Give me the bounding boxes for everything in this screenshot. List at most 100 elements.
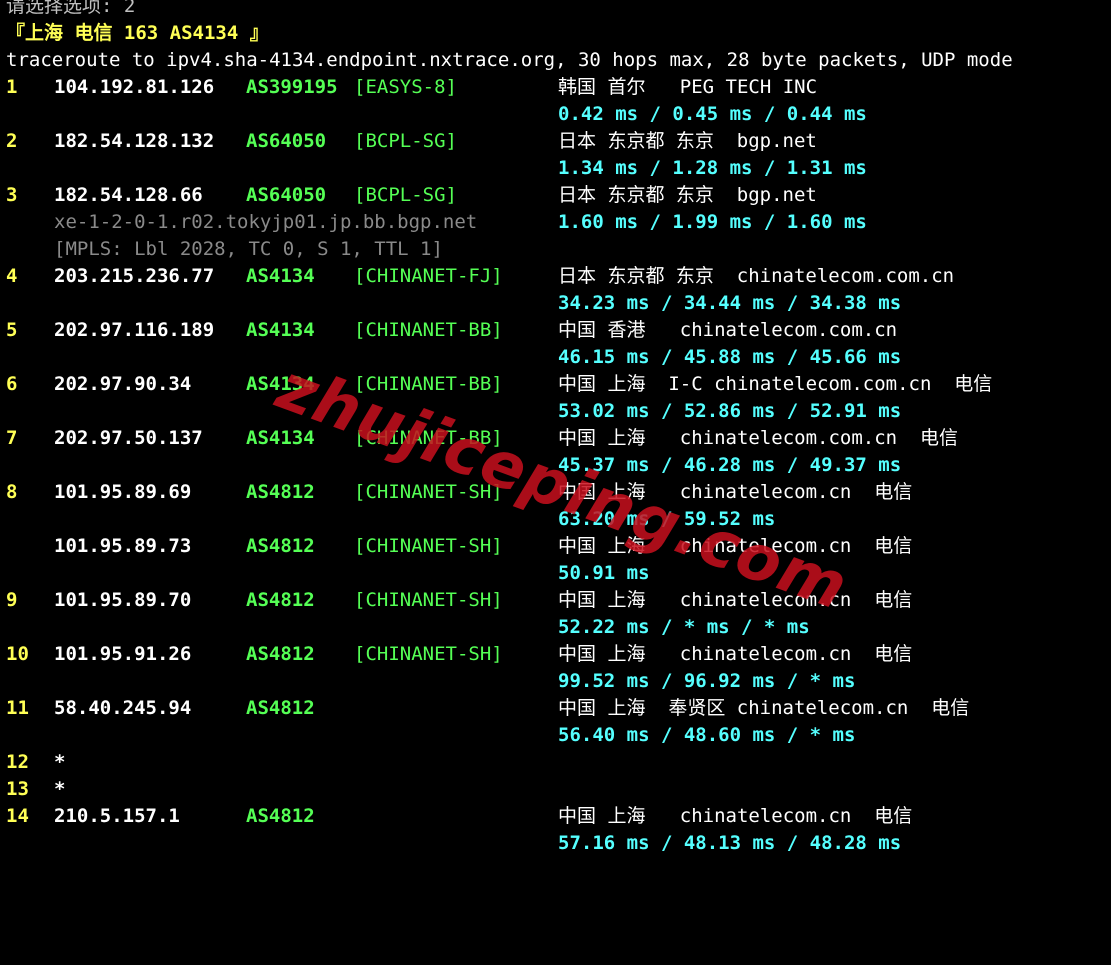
hop-geo: 中国 上海 chinatelecom.com.cn 电信	[558, 427, 958, 449]
hop-row: 7 202.97.50.137 AS4134 [CHINANET-BB] 中国 …	[6, 425, 1106, 452]
traceroute-command: traceroute to ipv4.sha-4134.endpoint.nxt…	[6, 49, 1013, 71]
route-title-line: 『上海 电信 163 AS4134 』	[6, 20, 1106, 47]
hop-asn: AS4812	[246, 697, 315, 719]
hop-network: [BCPL-SG]	[354, 184, 457, 206]
hop-rtt: 50.91 ms	[558, 562, 650, 584]
route-title: 『上海 电信 163 AS4134 』	[6, 22, 269, 44]
hop-rtt: 46.15 ms / 45.88 ms / 45.66 ms	[558, 346, 902, 368]
hop-geo: 中国 上海 chinatelecom.cn 电信	[558, 481, 913, 503]
hop-number: 13	[6, 778, 29, 800]
hop-row: 6 202.97.90.34 AS4134 [CHINANET-BB] 中国 上…	[6, 371, 1106, 398]
hop-network: [CHINANET-SH]	[354, 535, 503, 557]
hop-rtt-row: 45.37 ms / 46.28 ms / 49.37 ms	[6, 452, 1106, 479]
hop-rtt: 0.42 ms / 0.45 ms / 0.44 ms	[558, 103, 867, 125]
hop-geo: 中国 上海 奉贤区 chinatelecom.cn 电信	[558, 697, 970, 719]
hop-ip: 203.215.236.77	[54, 265, 215, 287]
hop-rtt: 1.34 ms / 1.28 ms / 1.31 ms	[558, 157, 867, 179]
hop-asn: AS4812	[246, 535, 315, 557]
hop-ip: 104.192.81.126	[54, 76, 215, 98]
hop-asn: AS4134	[246, 319, 315, 341]
hop-ip: 202.97.90.34	[54, 373, 192, 395]
hop-rtt-row: 50.91 ms	[6, 560, 1106, 587]
hop-geo: 中国 上海 chinatelecom.cn 电信	[558, 643, 913, 665]
hop-hostname: xe-1-2-0-1.r02.tokyjp01.jp.bb.bgp.net	[54, 211, 478, 233]
hop-geo: 中国 上海 chinatelecom.cn 电信	[558, 535, 913, 557]
hop-mpls-label: [MPLS: Lbl 2028, TC 0, S 1, TTL 1]	[54, 238, 443, 260]
hop-geo: 日本 东京都 东京 bgp.net	[558, 184, 817, 206]
hop-number: 11	[6, 697, 29, 719]
hop-network: [CHINANET-SH]	[354, 589, 503, 611]
hop-network: [CHINANET-BB]	[354, 319, 503, 341]
hop-row: 14 210.5.157.1 AS4812 中国 上海 chinatelecom…	[6, 803, 1106, 830]
hop-asn: AS4134	[246, 373, 315, 395]
hop-asn: AS4812	[246, 805, 315, 827]
hop-number: 6	[6, 373, 18, 395]
hop-geo: 日本 东京都 东京 bgp.net	[558, 130, 817, 152]
hop-row: 11 58.40.245.94 AS4812 中国 上海 奉贤区 chinate…	[6, 695, 1106, 722]
hop-number: 8	[6, 481, 18, 503]
hop-rtt-row: 56.40 ms / 48.60 ms / * ms	[6, 722, 1106, 749]
hop-network: [CHINANET-BB]	[354, 373, 503, 395]
hop-network: [BCPL-SG]	[354, 130, 457, 152]
terminal-output: 请选择选项: 2 『上海 电信 163 AS4134 』 traceroute …	[6, 0, 1106, 857]
timeout-mark: *	[54, 751, 66, 773]
prompt-text: 请选择选项: 2	[6, 0, 136, 17]
hop-rtt: 63.20 ms / 59.52 ms	[558, 508, 776, 530]
hop-network: [CHINANET-FJ]	[354, 265, 503, 287]
hop-row: 1 104.192.81.126 AS399195 [EASYS-8] 韩国 首…	[6, 74, 1106, 101]
hop-rtt-row: 0.42 ms / 0.45 ms / 0.44 ms	[6, 101, 1106, 128]
timeout-mark: *	[54, 778, 66, 800]
hop-rtt-row: 53.02 ms / 52.86 ms / 52.91 ms	[6, 398, 1106, 425]
hop-asn: AS4134	[246, 265, 315, 287]
hop-geo: 中国 上海 chinatelecom.cn 电信	[558, 805, 913, 827]
hop-number: 10	[6, 643, 29, 665]
hop-ip: 101.95.89.73	[54, 535, 192, 557]
hop-number: 1	[6, 76, 18, 98]
hop-geo: 中国 上海 chinatelecom.cn 电信	[558, 589, 913, 611]
hop-rtt-row: 57.16 ms / 48.13 ms / 48.28 ms	[6, 830, 1106, 857]
hop-rtt-row: 52.22 ms / * ms / * ms	[6, 614, 1106, 641]
hop-network: [CHINANET-SH]	[354, 481, 503, 503]
hop-rtt-row: 63.20 ms / 59.52 ms	[6, 506, 1106, 533]
hop-row: 2 182.54.128.132 AS64050 [BCPL-SG] 日本 东京…	[6, 128, 1106, 155]
hop-network: [CHINANET-BB]	[354, 427, 503, 449]
hop-ip: 202.97.50.137	[54, 427, 203, 449]
hop-timeout-row: 13 *	[6, 776, 1106, 803]
hop-rtt: 52.22 ms / * ms / * ms	[558, 616, 810, 638]
hop-rtt: 99.52 ms / 96.92 ms / * ms	[558, 670, 856, 692]
hop-geo: 中国 上海 I-C chinatelecom.com.cn 电信	[558, 373, 993, 395]
hop-rtt-row: 1.34 ms / 1.28 ms / 1.31 ms	[6, 155, 1106, 182]
hop-geo: 日本 东京都 东京 chinatelecom.com.cn	[558, 265, 955, 287]
hop-row: 101.95.89.73 AS4812 [CHINANET-SH] 中国 上海 …	[6, 533, 1106, 560]
hop-geo: 韩国 首尔 PEG TECH INC	[558, 76, 818, 98]
hop-number: 9	[6, 589, 18, 611]
hop-asn: AS4812	[246, 481, 315, 503]
hop-row: 10 101.95.91.26 AS4812 [CHINANET-SH] 中国 …	[6, 641, 1106, 668]
hop-asn: AS4812	[246, 643, 315, 665]
hop-ip: 58.40.245.94	[54, 697, 192, 719]
hop-asn: AS399195	[246, 76, 338, 98]
hop-asn: AS64050	[246, 184, 327, 206]
hop-asn: AS64050	[246, 130, 327, 152]
hop-rtt-row: 99.52 ms / 96.92 ms / * ms	[6, 668, 1106, 695]
hop-ip: 101.95.91.26	[54, 643, 192, 665]
hop-ip: 182.54.128.66	[54, 184, 203, 206]
hop-rtt: 56.40 ms / 48.60 ms / * ms	[558, 724, 856, 746]
hop-timeout-row: 12 *	[6, 749, 1106, 776]
hop-row: 8 101.95.89.69 AS4812 [CHINANET-SH] 中国 上…	[6, 479, 1106, 506]
hop-rtt: 53.02 ms / 52.86 ms / 52.91 ms	[558, 400, 902, 422]
hop-rtt-row: xe-1-2-0-1.r02.tokyjp01.jp.bb.bgp.net 1.…	[6, 209, 1106, 236]
prompt-line: 请选择选项: 2	[6, 0, 1106, 20]
hop-row: 3 182.54.128.66 AS64050 [BCPL-SG] 日本 东京都…	[6, 182, 1106, 209]
hop-mpls-row: [MPLS: Lbl 2028, TC 0, S 1, TTL 1]	[6, 236, 1106, 263]
hop-number: 14	[6, 805, 29, 827]
hop-number: 3	[6, 184, 18, 206]
hop-network: [CHINANET-SH]	[354, 643, 503, 665]
hop-rtt: 45.37 ms / 46.28 ms / 49.37 ms	[558, 454, 902, 476]
hop-rtt: 1.60 ms / 1.99 ms / 1.60 ms	[558, 211, 867, 233]
hop-ip: 202.97.116.189	[54, 319, 215, 341]
hop-row: 9 101.95.89.70 AS4812 [CHINANET-SH] 中国 上…	[6, 587, 1106, 614]
hop-number: 4	[6, 265, 18, 287]
hop-ip: 101.95.89.69	[54, 481, 192, 503]
command-line: traceroute to ipv4.sha-4134.endpoint.nxt…	[6, 47, 1106, 74]
